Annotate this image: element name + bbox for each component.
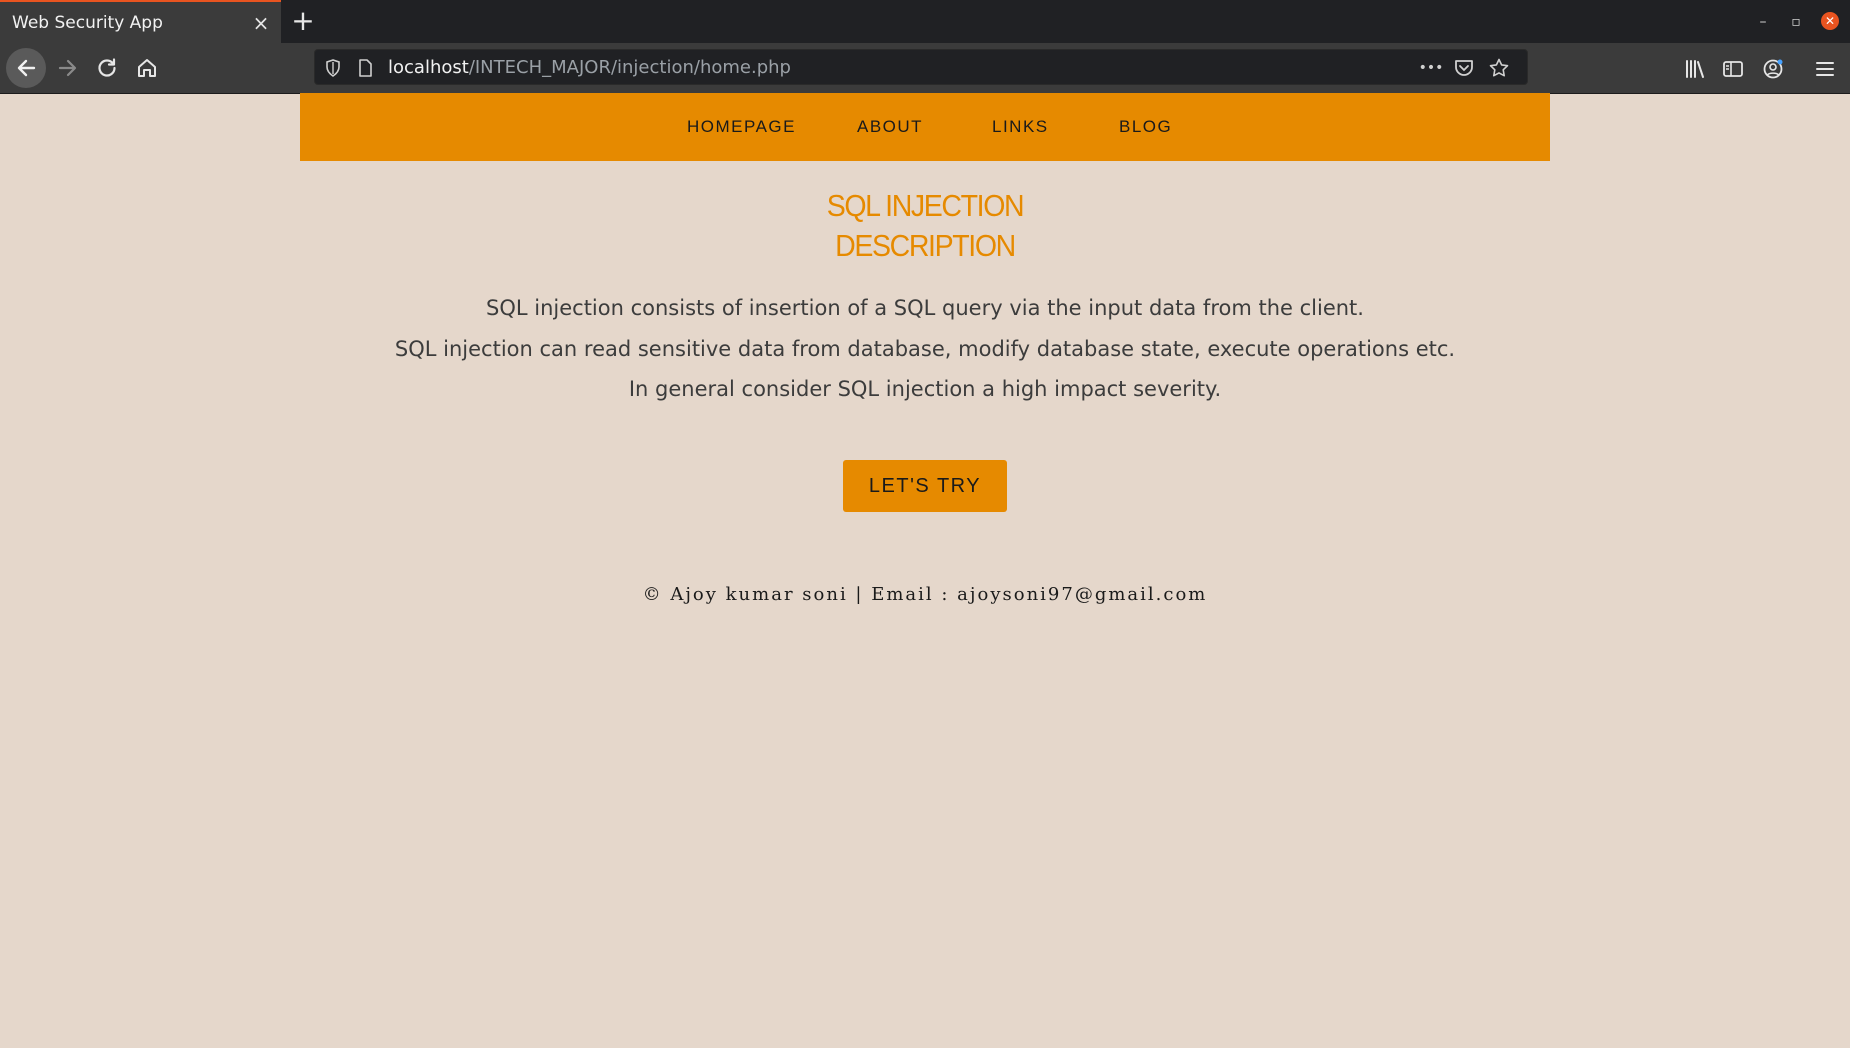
description-line-3: In general consider SQL injection a high…: [628, 377, 1222, 401]
url-bar[interactable]: localhost/INTECH_MAJOR/injection/home.ph…: [314, 49, 1528, 85]
site-navigation: HOMEPAGE ABOUT LINKS BLOG: [300, 93, 1550, 161]
lets-try-button[interactable]: LET'S TRY: [843, 460, 1007, 512]
nav-blog-link[interactable]: BLOG: [1119, 93, 1172, 161]
url-host: localhost: [388, 57, 469, 78]
restore-icon[interactable]: ▫: [1786, 12, 1806, 32]
shield-icon[interactable]: [323, 58, 343, 78]
window-close-icon[interactable]: ✕: [1821, 12, 1839, 30]
minimize-icon[interactable]: –: [1753, 12, 1773, 32]
star-icon[interactable]: [1489, 58, 1509, 78]
browser-toolbar: localhost/INTECH_MAJOR/injection/home.ph…: [0, 43, 1850, 94]
description-line-1: SQL injection consists of insertion of a…: [486, 296, 1364, 320]
page-title: SQL INJECTION DESCRIPTION: [74, 186, 1776, 266]
more-icon[interactable]: •••: [1419, 58, 1444, 78]
url-path: /INTECH_MAJOR/injection/home.php: [468, 57, 791, 78]
page-title-line-1: SQL INJECTION: [826, 188, 1025, 223]
tab-close-icon[interactable]: ×: [241, 11, 281, 35]
library-icon[interactable]: [1684, 58, 1706, 80]
nav-about-link[interactable]: ABOUT: [857, 93, 923, 161]
back-icon[interactable]: [6, 48, 46, 88]
nav-homepage-link[interactable]: HOMEPAGE: [687, 93, 796, 161]
reload-icon[interactable]: [87, 48, 127, 88]
home-icon[interactable]: [127, 48, 167, 88]
tab-title: Web Security App: [12, 12, 163, 33]
url-text[interactable]: localhost/INTECH_MAJOR/injection/home.ph…: [388, 50, 791, 86]
pocket-icon[interactable]: [1454, 58, 1474, 78]
account-icon[interactable]: [1762, 58, 1784, 80]
browser-tab[interactable]: Web Security App ×: [0, 0, 281, 43]
sidebar-icon[interactable]: [1722, 58, 1744, 80]
page-title-line-2: DESCRIPTION: [835, 228, 1016, 263]
menu-icon[interactable]: [1814, 58, 1836, 80]
page-icon[interactable]: [355, 58, 375, 78]
description-line-2: SQL injection can read sensitive data fr…: [394, 337, 1456, 361]
tab-bar: Web Security App × + – ▫ ✕: [0, 0, 1850, 43]
new-tab-button[interactable]: +: [286, 4, 320, 38]
forward-icon[interactable]: [48, 48, 88, 88]
nav-links-link[interactable]: LINKS: [992, 93, 1049, 161]
footer-text: © Ajoy kumar soni | Email : ajoysoni97@g…: [642, 584, 1208, 605]
